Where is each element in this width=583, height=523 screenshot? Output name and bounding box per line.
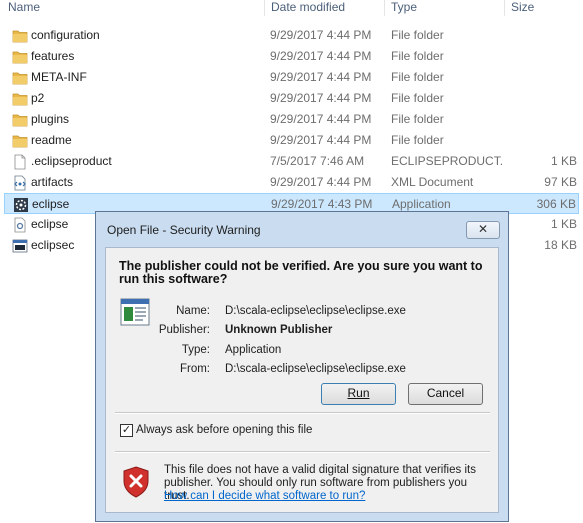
file-name: eclipsec <box>31 238 75 252</box>
file-name: .eclipseproduct <box>31 154 112 168</box>
file-date: 9/29/2017 4:44 PM <box>270 175 372 189</box>
dialog-body: The publisher could not be verified. Are… <box>105 247 499 513</box>
file-name: p2 <box>31 91 45 105</box>
file-name: readme <box>31 133 72 147</box>
type-label: Type: <box>181 344 210 356</box>
publisher-label: Publisher: <box>158 324 210 336</box>
file-row[interactable]: plugins 9/29/2017 4:44 PM File folder <box>4 109 579 130</box>
file-size: 1 KB <box>550 217 577 231</box>
file-date: 9/29/2017 4:44 PM <box>270 133 372 147</box>
from-value: D:\scala-eclipse\eclipse\eclipse.exe <box>225 363 406 375</box>
file-type: File folder <box>391 49 444 63</box>
warning-question: The publisher could not be verified. Are… <box>119 259 483 286</box>
file-row[interactable]: .eclipseproduct 7/5/2017 7:46 AM ECLIPSEPR… <box>4 151 579 172</box>
from-label: From: <box>179 363 210 375</box>
file-type: Application <box>392 197 451 211</box>
run-button-label: Run <box>347 386 370 400</box>
publisher-value: Unknown Publisher <box>225 324 333 336</box>
file-row[interactable]: features 9/29/2017 4:44 PM File folder <box>4 46 579 67</box>
file-type: ECLIPSEPRODUCT... <box>391 154 503 168</box>
folder-icon <box>12 91 28 107</box>
column-name[interactable]: Name <box>8 0 40 16</box>
console-app-icon <box>12 238 28 254</box>
file-name: eclipse <box>31 217 69 231</box>
dialog-titlebar[interactable]: Open File - Security Warning ✕ <box>96 212 508 242</box>
file-icon <box>12 154 28 170</box>
file-row[interactable]: META-INF 9/29/2017 4:44 PM File folder <box>4 67 579 88</box>
file-name: plugins <box>31 112 70 126</box>
column-divider[interactable] <box>504 0 505 16</box>
file-type: File folder <box>391 112 444 126</box>
column-size[interactable]: Size <box>511 0 534 16</box>
file-type: File folder <box>391 28 444 42</box>
name-label: Name: <box>176 305 210 317</box>
file-date: 9/29/2017 4:44 PM <box>270 112 372 126</box>
folder-icon <box>12 49 28 65</box>
folder-icon <box>12 133 28 149</box>
checkmark-icon: ✓ <box>121 424 132 436</box>
file-name: META-INF <box>31 70 87 84</box>
run-button[interactable]: Run <box>321 383 396 405</box>
file-row[interactable]: configuration 9/29/2017 4:44 PM File folde… <box>4 25 579 46</box>
folder-icon <box>12 28 28 44</box>
close-icon: ✕ <box>477 222 489 236</box>
file-type: File folder <box>391 70 444 84</box>
dialog-title: Open File - Security Warning <box>107 223 261 237</box>
column-type[interactable]: Type <box>391 0 417 16</box>
file-row[interactable]: p2 9/29/2017 4:44 PM File folder <box>4 88 579 109</box>
file-type: XML Document <box>391 175 474 189</box>
file-row[interactable]: readme 9/29/2017 4:44 PM File folder <box>4 130 579 151</box>
security-warning-dialog: Open File - Security Warning ✕ The publi… <box>95 211 509 522</box>
divider <box>115 451 490 453</box>
file-size: 97 KB <box>544 175 577 189</box>
divider <box>115 412 490 414</box>
file-size: 18 KB <box>544 238 577 252</box>
folder-icon <box>12 70 28 86</box>
file-type: File folder <box>391 133 444 147</box>
file-name: artifacts <box>31 175 74 189</box>
always-ask-checkbox[interactable]: ✓ <box>120 424 133 437</box>
xml-file-icon <box>12 175 28 191</box>
file-date: 7/5/2017 7:46 AM <box>270 154 365 168</box>
file-name: features <box>31 49 75 63</box>
column-header: Name Date modified Type Size <box>0 0 583 16</box>
column-date-modified[interactable]: Date modified <box>271 0 345 16</box>
file-date: 9/29/2017 4:44 PM <box>270 49 372 63</box>
file-date: 9/29/2017 4:44 PM <box>270 91 372 105</box>
file-date: 9/29/2017 4:44 PM <box>270 70 372 84</box>
help-link[interactable]: How can I decide what software to run? <box>164 490 365 502</box>
always-ask-label[interactable]: Always ask before opening this file <box>136 424 312 436</box>
close-button[interactable]: ✕ <box>466 221 500 239</box>
column-divider[interactable] <box>384 0 385 16</box>
file-name: eclipse <box>32 197 70 211</box>
cancel-button[interactable]: Cancel <box>408 383 483 405</box>
file-size: 1 KB <box>550 154 577 168</box>
config-file-icon <box>12 217 28 233</box>
file-name: configuration <box>31 28 100 42</box>
file-size: 306 KB <box>536 197 576 211</box>
shield-warning-icon <box>123 466 149 498</box>
file-type: File folder <box>391 91 444 105</box>
file-date: 9/29/2017 4:44 PM <box>270 28 372 42</box>
name-value: D:\scala-eclipse\eclipse\eclipse.exe <box>225 305 406 317</box>
type-value: Application <box>225 344 282 356</box>
folder-icon <box>12 112 28 128</box>
file-row[interactable]: artifacts 9/29/2017 4:44 PM XML Document 97… <box>4 172 579 193</box>
file-date: 9/29/2017 4:43 PM <box>271 197 373 211</box>
column-divider[interactable] <box>264 0 265 16</box>
eclipse-app-icon <box>13 197 29 213</box>
